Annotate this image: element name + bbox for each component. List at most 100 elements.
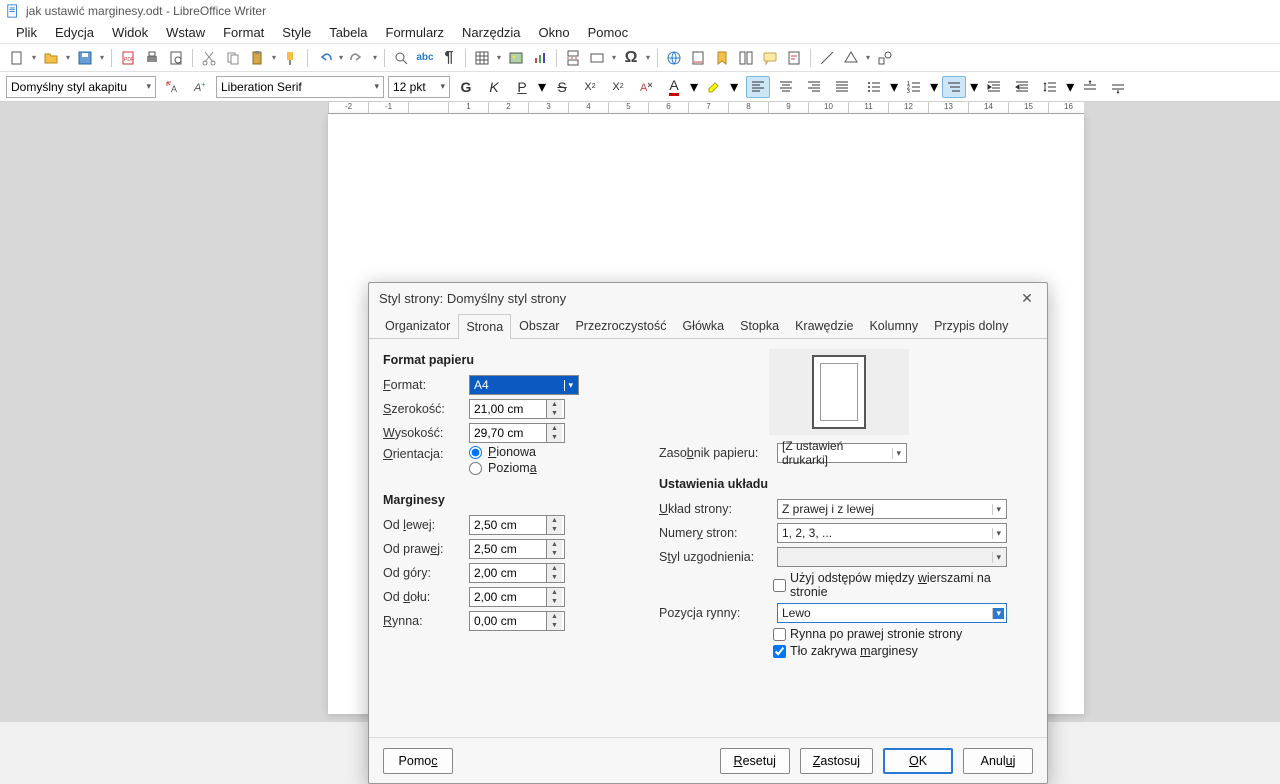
- spellcheck-icon[interactable]: abc: [414, 47, 436, 69]
- menu-wstaw[interactable]: Wstaw: [158, 23, 213, 42]
- bullet-list-icon[interactable]: [862, 76, 886, 98]
- top-margin-spinner[interactable]: ▲▼: [469, 563, 565, 583]
- help-button[interactable]: Pomoc: [383, 748, 453, 774]
- height-spinner[interactable]: ▲▼: [469, 423, 565, 443]
- redo-icon[interactable]: [347, 47, 369, 69]
- number-list-icon[interactable]: 123: [902, 76, 926, 98]
- tab-glowka[interactable]: Główka: [674, 313, 732, 338]
- align-justify-icon[interactable]: [830, 76, 854, 98]
- checkbox-bg-covers-margins[interactable]: [773, 645, 786, 658]
- undo-icon[interactable]: [313, 47, 335, 69]
- align-right-icon[interactable]: [802, 76, 826, 98]
- export-pdf-icon[interactable]: PDF: [117, 47, 139, 69]
- paste-dropdown[interactable]: ▾: [270, 53, 278, 62]
- bold-icon[interactable]: G: [454, 76, 478, 98]
- track-changes-icon[interactable]: [783, 47, 805, 69]
- gutter-spinner[interactable]: ▲▼: [469, 611, 565, 631]
- new-icon[interactable]: [6, 47, 28, 69]
- highlight-icon[interactable]: [702, 76, 726, 98]
- bookmark-icon[interactable]: [711, 47, 733, 69]
- font-color-dropdown[interactable]: ▾: [690, 77, 698, 97]
- paste-icon[interactable]: [246, 47, 268, 69]
- menu-widok[interactable]: Widok: [104, 23, 156, 42]
- new-dropdown[interactable]: ▾: [30, 53, 38, 62]
- cut-icon[interactable]: [198, 47, 220, 69]
- menu-pomoc[interactable]: Pomoc: [580, 23, 636, 42]
- strikethrough-icon[interactable]: S: [550, 76, 574, 98]
- menu-edycja[interactable]: Edycja: [47, 23, 102, 42]
- menu-format[interactable]: Format: [215, 23, 272, 42]
- menu-formularz[interactable]: Formularz: [378, 23, 453, 42]
- find-icon[interactable]: [390, 47, 412, 69]
- clear-format-icon[interactable]: A: [634, 76, 658, 98]
- radio-landscape[interactable]: [469, 462, 482, 475]
- format-combo[interactable]: A4▾: [469, 375, 579, 395]
- special-char-dropdown[interactable]: ▾: [644, 53, 652, 62]
- superscript-icon[interactable]: X2: [578, 76, 602, 98]
- decrease-para-spacing-icon[interactable]: [1106, 76, 1130, 98]
- tab-stopka[interactable]: Stopka: [732, 313, 787, 338]
- left-margin-spinner[interactable]: ▲▼: [469, 515, 565, 535]
- page-layout-combo[interactable]: Z prawej i z lewej▾: [777, 499, 1007, 519]
- reset-button[interactable]: Resetuj: [720, 748, 790, 774]
- field-dropdown[interactable]: ▾: [610, 53, 618, 62]
- increase-para-spacing-icon[interactable]: [1078, 76, 1102, 98]
- horizontal-ruler[interactable]: -2-112345678910111213141516: [328, 102, 1084, 114]
- close-icon[interactable]: ✕: [1017, 288, 1037, 308]
- checkbox-gutter-right[interactable]: [773, 628, 786, 641]
- open-dropdown[interactable]: ▾: [64, 53, 72, 62]
- tab-organizator[interactable]: Organizator: [377, 313, 458, 338]
- draw-functions-icon[interactable]: [874, 47, 896, 69]
- save-dropdown[interactable]: ▾: [98, 53, 106, 62]
- cross-ref-icon[interactable]: [735, 47, 757, 69]
- formatting-marks-icon[interactable]: ¶: [438, 47, 460, 69]
- tab-strona[interactable]: Strona: [458, 314, 511, 339]
- number-dropdown[interactable]: ▾: [930, 77, 938, 97]
- basic-shapes-icon[interactable]: [840, 47, 862, 69]
- font-name-combo[interactable]: Liberation Serif▾: [216, 76, 384, 98]
- cancel-button[interactable]: Anuluj: [963, 748, 1033, 774]
- width-spinner[interactable]: ▲▼: [469, 399, 565, 419]
- page-break-icon[interactable]: [562, 47, 584, 69]
- menu-tabela[interactable]: Tabela: [321, 23, 375, 42]
- align-center-icon[interactable]: [774, 76, 798, 98]
- tab-przypis[interactable]: Przypis dolny: [926, 313, 1016, 338]
- paper-tray-combo[interactable]: [Z ustawień drukarki]▾: [777, 443, 907, 463]
- decrease-indent-icon[interactable]: [1010, 76, 1034, 98]
- tab-obszar[interactable]: Obszar: [511, 313, 567, 338]
- clone-format-icon[interactable]: [280, 47, 302, 69]
- subscript-icon[interactable]: X2: [606, 76, 630, 98]
- update-style-icon[interactable]: A: [160, 76, 184, 98]
- tab-kolumny[interactable]: Kolumny: [861, 313, 926, 338]
- image-icon[interactable]: [505, 47, 527, 69]
- underline-icon[interactable]: P: [510, 76, 534, 98]
- copy-icon[interactable]: [222, 47, 244, 69]
- menu-okno[interactable]: Okno: [531, 23, 578, 42]
- outline-dropdown[interactable]: ▾: [970, 77, 978, 97]
- field-icon[interactable]: [586, 47, 608, 69]
- table-icon[interactable]: [471, 47, 493, 69]
- special-char-icon[interactable]: Ω: [620, 47, 642, 69]
- undo-dropdown[interactable]: ▾: [337, 53, 345, 62]
- radio-portrait[interactable]: [469, 446, 482, 459]
- italic-icon[interactable]: K: [482, 76, 506, 98]
- underline-dropdown[interactable]: ▾: [538, 77, 546, 97]
- tab-przezroczystosc[interactable]: Przezroczystość: [567, 313, 674, 338]
- shapes-dropdown[interactable]: ▾: [864, 53, 872, 62]
- gutter-position-combo[interactable]: Lewo▾: [777, 603, 1007, 623]
- ok-button[interactable]: OK: [883, 748, 953, 774]
- print-icon[interactable]: [141, 47, 163, 69]
- apply-button[interactable]: Zastosuj: [800, 748, 873, 774]
- bullet-dropdown[interactable]: ▾: [890, 77, 898, 97]
- page-numbers-combo[interactable]: 1, 2, 3, ...▾: [777, 523, 1007, 543]
- hyperlink-icon[interactable]: [663, 47, 685, 69]
- checkbox-use-line-spacing[interactable]: [773, 579, 786, 592]
- save-icon[interactable]: [74, 47, 96, 69]
- redo-dropdown[interactable]: ▾: [371, 53, 379, 62]
- line-spacing-icon[interactable]: [1038, 76, 1062, 98]
- menu-narzedzia[interactable]: Narzędzia: [454, 23, 529, 42]
- comment-icon[interactable]: [759, 47, 781, 69]
- font-color-icon[interactable]: A: [662, 76, 686, 98]
- chart-icon[interactable]: [529, 47, 551, 69]
- paragraph-style-combo[interactable]: Domyślny styl akapitu▾: [6, 76, 156, 98]
